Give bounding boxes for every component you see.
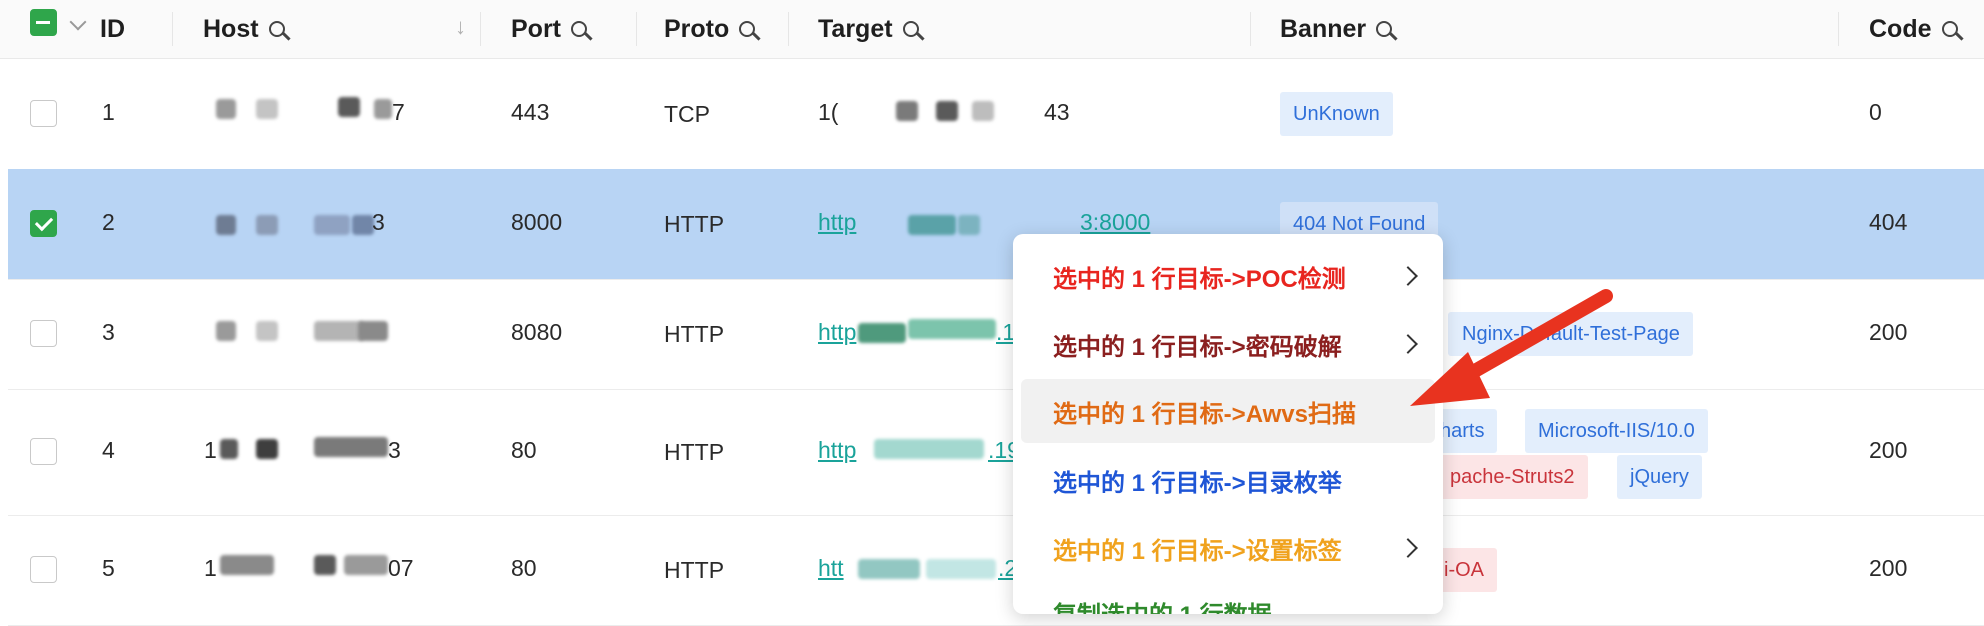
row-port: 8080 <box>511 319 563 345</box>
column-header-id[interactable]: ID <box>100 0 125 58</box>
table-row[interactable]: 2 3 8000 HTTP http 3:8000 404 Not Found … <box>8 169 1984 280</box>
column-header-host[interactable]: Host <box>203 0 285 58</box>
row-port: 443 <box>511 99 550 125</box>
row-proto: TCP <box>664 101 710 127</box>
row-code: 200 <box>1869 437 1908 463</box>
banner-tag: pache-Struts2 <box>1432 455 1588 499</box>
row-port: 80 <box>511 555 537 581</box>
target-suffix: 43 <box>1044 99 1070 125</box>
row-id: 5 <box>102 555 115 581</box>
table-row[interactable]: 3 8080 HTTP http .19 Nginx-Default-Test-… <box>8 279 1984 390</box>
menu-item-copy-rows[interactable]: 复制选中的 1 行数据 <box>1021 580 1435 615</box>
column-divider <box>1838 12 1839 46</box>
menu-item-label: 选中的 1 行目标->设置标签 <box>1053 537 1342 565</box>
menu-item-label: 选中的 1 行目标->Awvs扫描 <box>1053 400 1356 428</box>
search-icon[interactable] <box>739 21 756 37</box>
chevron-right-icon <box>1398 538 1418 558</box>
host-suffix: 3 <box>388 437 401 463</box>
table-header: ID Host ↓ Port Proto Target Banner Code <box>0 0 1984 59</box>
menu-item-label: 选中的 1 行目标->POC检测 <box>1053 265 1346 293</box>
column-header-banner[interactable]: Banner <box>1280 0 1393 58</box>
column-divider <box>480 12 481 46</box>
row-checkbox[interactable] <box>30 438 57 465</box>
row-port: 80 <box>511 437 537 463</box>
row-checkbox[interactable] <box>30 320 57 347</box>
menu-item-awvs-scan[interactable]: 选中的 1 行目标->Awvs扫描 <box>1021 379 1435 443</box>
row-id: 1 <box>102 99 115 125</box>
row-checkbox[interactable] <box>30 100 57 127</box>
target-link-prefix[interactable]: http <box>818 437 856 464</box>
banner-tag: Nginx-Default-Test-Page <box>1448 312 1693 356</box>
menu-item-dir-enum[interactable]: 选中的 1 行目标->目录枚举 <box>1021 448 1435 512</box>
target-prefix: 1( <box>818 99 839 125</box>
row-id: 4 <box>102 437 115 463</box>
table-row[interactable]: 1 7 443 TCP 1( 43 UnKnown 0 <box>8 59 1984 170</box>
row-code: 404 <box>1869 209 1908 235</box>
row-id: 2 <box>102 209 115 235</box>
host-prefix: 1 <box>204 437 217 463</box>
search-icon[interactable] <box>268 21 285 37</box>
host-prefix: 1 <box>204 555 217 581</box>
target-link-prefix[interactable]: htt <box>818 555 844 582</box>
banner-tag: Microsoft-IIS/10.0 <box>1525 409 1708 453</box>
row-checkbox[interactable] <box>30 210 57 237</box>
column-divider <box>636 12 637 46</box>
search-icon[interactable] <box>571 21 587 37</box>
target-link-suffix[interactable]: 3:8000 <box>1080 209 1150 236</box>
select-all-checkbox[interactable] <box>30 9 57 36</box>
row-proto: HTTP <box>664 211 725 237</box>
column-divider <box>172 12 173 46</box>
chevron-down-icon[interactable] <box>69 13 87 31</box>
row-proto: HTTP <box>664 557 725 583</box>
column-header-code[interactable]: Code <box>1869 0 1958 58</box>
column-header-port[interactable]: Port <box>511 0 587 58</box>
chevron-right-icon <box>1398 266 1418 286</box>
row-proto: HTTP <box>664 439 725 465</box>
row-proto: HTTP <box>664 321 725 347</box>
row-code: 0 <box>1869 99 1882 125</box>
row-code: 200 <box>1869 319 1908 345</box>
target-link-prefix[interactable]: http <box>818 319 856 346</box>
table-row[interactable]: 4 1 3 80 HTTP http .19 harts Microsoft-I… <box>8 389 1984 516</box>
context-menu: 选中的 1 行目标->POC检测 选中的 1 行目标->密码破解 选中的 1 行… <box>1013 234 1443 614</box>
results-table: ID Host ↓ Port Proto Target Banner Code … <box>0 0 1984 626</box>
column-header-target[interactable]: Target <box>818 0 919 58</box>
host-suffix: 7 <box>392 99 405 125</box>
menu-item-poc-scan[interactable]: 选中的 1 行目标->POC检测 <box>1021 244 1435 308</box>
search-icon[interactable] <box>902 21 919 37</box>
host-suffix: 07 <box>388 555 414 581</box>
column-header-proto[interactable]: Proto <box>664 0 756 58</box>
banner-tag: jQuery <box>1617 455 1702 499</box>
menu-item-label: 复制选中的 1 行数据 <box>1053 595 1272 615</box>
table-row[interactable]: 5 1 07 80 HTTP htt .2 i-OA 200 <box>8 515 1984 626</box>
row-code: 200 <box>1869 555 1908 581</box>
sort-down-icon[interactable]: ↓ <box>455 14 466 40</box>
chevron-right-icon <box>1398 334 1418 354</box>
row-checkbox[interactable] <box>30 556 57 583</box>
host-suffix: 3 <box>372 209 385 235</box>
target-link-prefix[interactable]: http <box>818 209 856 236</box>
banner-tag: UnKnown <box>1280 92 1393 136</box>
menu-item-password-crack[interactable]: 选中的 1 行目标->密码破解 <box>1021 312 1435 376</box>
menu-item-label: 选中的 1 行目标->目录枚举 <box>1053 469 1342 497</box>
column-divider <box>1250 12 1251 46</box>
row-id: 3 <box>102 319 115 345</box>
menu-item-set-tag[interactable]: 选中的 1 行目标->设置标签 <box>1021 516 1435 580</box>
search-icon[interactable] <box>1376 21 1393 37</box>
search-icon[interactable] <box>1941 21 1958 37</box>
row-port: 8000 <box>511 209 563 235</box>
column-divider <box>788 12 789 46</box>
menu-item-label: 选中的 1 行目标->密码破解 <box>1053 333 1342 361</box>
